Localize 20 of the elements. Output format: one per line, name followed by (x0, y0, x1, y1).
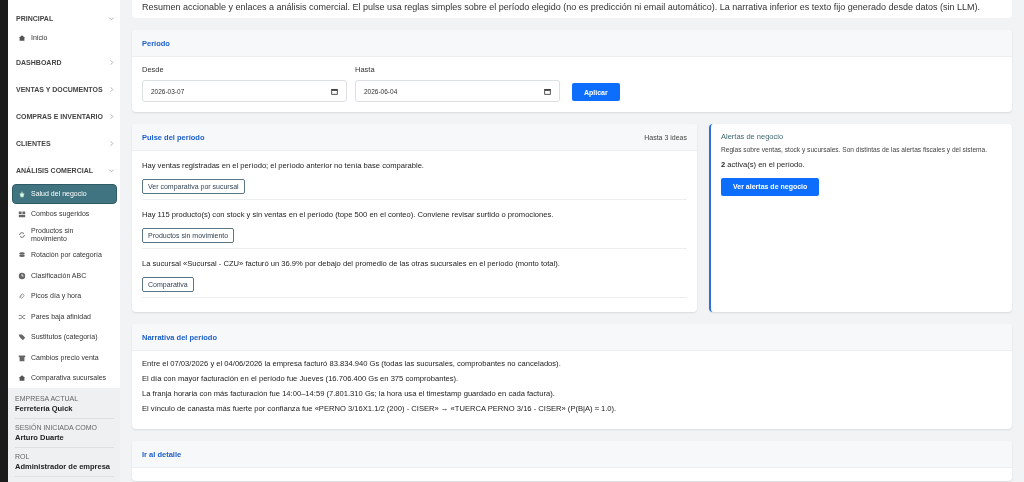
chevron-icon (108, 166, 115, 174)
tag-icon (18, 333, 26, 342)
store-icon (18, 353, 26, 362)
chevron-icon (108, 112, 115, 120)
basket-icon (18, 189, 26, 198)
chevron-icon (108, 139, 115, 147)
boxes-icon (18, 210, 26, 219)
clock-icon (18, 271, 26, 280)
page-description: Resumen accionable y enlaces a análisis comercial. El pulse usa reglas simples sobre el período elegido (no es predicción ni email automático). La narrativa inferior es texto fijo generado desde datos (sin LLM). (142, 1, 981, 13)
house-icon (18, 34, 26, 43)
chevron-icon (108, 14, 115, 22)
coins-icon (18, 251, 26, 260)
chevron-icon (108, 85, 115, 93)
refresh-icon (18, 230, 26, 239)
house-icon (18, 374, 26, 383)
calendar-icon (331, 87, 338, 95)
shuffle-icon (18, 312, 26, 321)
chevron-icon (108, 58, 115, 66)
link-icon (18, 292, 26, 301)
calendar-icon (544, 87, 551, 95)
